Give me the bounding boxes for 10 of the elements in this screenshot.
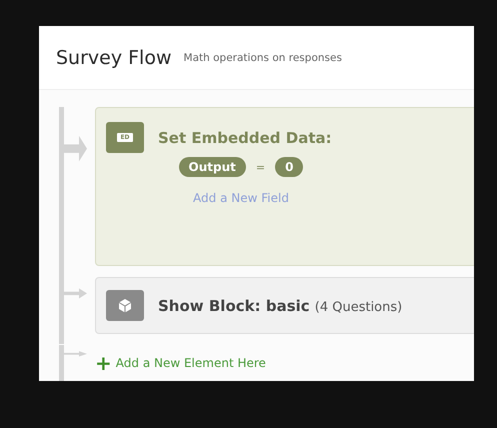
add-field-link[interactable]: Add a New Field — [106, 191, 376, 205]
add-element-link[interactable]: Add a New Element Here — [116, 356, 266, 370]
operator: = — [256, 160, 266, 174]
field-name[interactable]: Output — [178, 157, 246, 177]
page-subtitle: Math operations on responses — [184, 52, 342, 64]
block-title: Show Block: basic (4 Questions) — [158, 296, 402, 315]
plus-icon[interactable]: + — [95, 353, 112, 373]
page-title: Survey Flow — [56, 46, 172, 68]
field-value[interactable]: 0 — [275, 157, 304, 177]
card-title: Set Embedded Data: — [158, 128, 332, 146]
